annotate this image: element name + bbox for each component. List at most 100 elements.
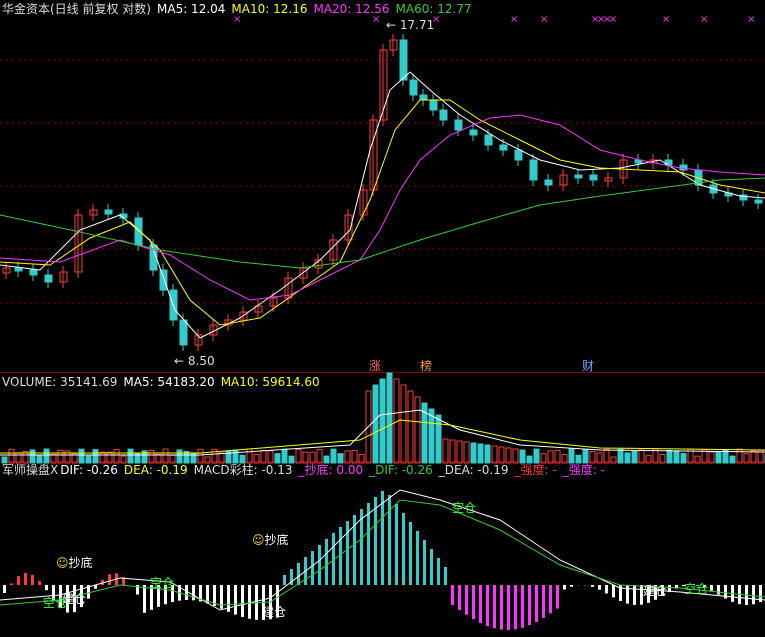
macd-bar xyxy=(458,585,461,610)
macd-bar xyxy=(752,585,755,605)
kongcang-signal-4: 空仓 xyxy=(684,582,709,596)
candle-body xyxy=(429,99,438,111)
volume-bar xyxy=(610,456,617,464)
volume-bar xyxy=(561,453,568,464)
macd-bar xyxy=(3,585,6,593)
volume-bar xyxy=(673,450,680,464)
candle-body xyxy=(14,267,23,272)
macd-bar xyxy=(31,574,34,585)
volume-bar xyxy=(274,453,281,464)
macd-bar xyxy=(409,522,412,585)
volume-bar xyxy=(57,449,64,464)
jiancang-signal-2: 建仓 xyxy=(262,605,287,619)
volume-bar xyxy=(1,456,8,464)
macd-bar xyxy=(185,585,188,601)
ma20-line xyxy=(0,114,765,301)
macd-bar xyxy=(346,521,349,585)
volume-bar xyxy=(519,449,526,464)
volume-bar xyxy=(99,451,106,464)
volume-bar xyxy=(645,454,652,464)
macd-bar xyxy=(633,585,636,605)
event-tag-bang: 榜 xyxy=(420,359,433,373)
volume-bar xyxy=(603,448,610,464)
volume-bar xyxy=(316,449,323,464)
volume-bar xyxy=(85,455,92,464)
volume-bar xyxy=(624,452,631,464)
macd-bar xyxy=(381,491,384,585)
volume-bar xyxy=(232,449,239,464)
macd-bar xyxy=(388,495,391,585)
smiley-icon: ☺ xyxy=(252,533,265,547)
volume-bar xyxy=(680,453,687,464)
x-marker-icon: × xyxy=(700,14,708,25)
volume-bar xyxy=(400,384,407,464)
macd-bar xyxy=(234,585,237,615)
macd-bar xyxy=(17,576,20,585)
candle-body xyxy=(29,269,38,276)
candle-body xyxy=(484,134,493,146)
macd-bar xyxy=(472,585,475,620)
x-marker-icon: × xyxy=(609,14,617,25)
event-tag-zhang: 涨 xyxy=(369,359,382,373)
volume-bar xyxy=(554,449,561,464)
volume-bar xyxy=(204,456,211,464)
volume-bar xyxy=(155,453,162,464)
volume-bar xyxy=(505,447,512,464)
macd-bar xyxy=(38,581,41,585)
volume-bar xyxy=(29,449,36,464)
kongcang-signal-1: 空仓 xyxy=(43,596,68,610)
macd-bar xyxy=(556,585,559,609)
volume-bar xyxy=(533,448,540,464)
macd-bar xyxy=(143,585,146,613)
smiley-icon: ☺ xyxy=(56,556,69,570)
candle-body xyxy=(454,119,463,131)
volume-bar xyxy=(589,451,596,464)
candle-body xyxy=(469,129,478,136)
volume-bar xyxy=(596,452,603,464)
volume-bar xyxy=(407,390,414,464)
volume-bar xyxy=(344,450,351,464)
macd-bar xyxy=(570,585,573,587)
ma10-line xyxy=(0,99,765,326)
volume-bar xyxy=(435,414,442,464)
macd-bar xyxy=(108,574,111,585)
kline-chart[interactable]: × × × × × ×××× × × × xyxy=(0,0,765,637)
volume-bar xyxy=(568,448,575,464)
volume-bar xyxy=(540,453,547,464)
x-marker-icon: × xyxy=(747,14,755,25)
volume-bar xyxy=(631,450,638,464)
volume-bar xyxy=(162,448,169,464)
macd-bar xyxy=(528,585,531,626)
volume-bar xyxy=(36,454,43,464)
volume-bar xyxy=(197,448,204,464)
volume-bar xyxy=(169,454,176,464)
event-tag-cai: 财 xyxy=(582,359,595,373)
volume-bar xyxy=(666,449,673,464)
macd-bar xyxy=(374,497,377,585)
volume-bar xyxy=(253,453,260,464)
volume-bar xyxy=(358,453,365,464)
volume-bar xyxy=(547,450,554,464)
macd-bar xyxy=(416,531,419,585)
macd-bar xyxy=(479,585,482,623)
volume-bar xyxy=(414,396,421,464)
volume-bar xyxy=(491,445,498,464)
macd-bar xyxy=(423,540,426,585)
volume-bar xyxy=(470,442,477,464)
high-price-marker: ← 17.71 xyxy=(386,18,435,32)
macd-bar xyxy=(283,575,286,585)
macd-bar xyxy=(402,513,405,585)
candle-body xyxy=(754,199,763,204)
macd-bar xyxy=(717,585,720,595)
candle-body xyxy=(499,144,508,151)
chaodi-signal-2: ☺抄底 xyxy=(252,533,289,547)
candle-body xyxy=(589,174,598,181)
candle-body xyxy=(399,39,408,81)
candle-body xyxy=(419,94,428,101)
volume-bar xyxy=(372,384,379,464)
macd-bar xyxy=(367,503,370,585)
volume-bar xyxy=(92,449,99,464)
x-marker-icon: × xyxy=(540,14,548,25)
volume-bar xyxy=(176,449,183,464)
volume-bar xyxy=(281,448,288,464)
